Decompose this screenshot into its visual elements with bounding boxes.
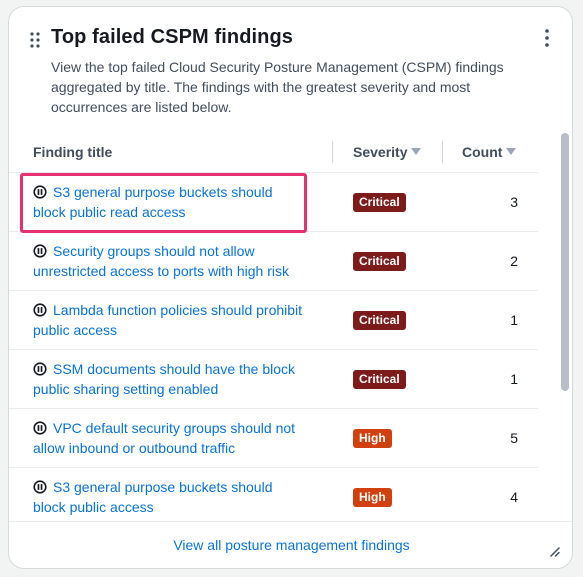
column-header-count[interactable]: Count bbox=[462, 143, 517, 161]
finding-title-cell: Security groups should not allow unrestr… bbox=[33, 241, 303, 281]
count-cell: 3 bbox=[510, 194, 518, 210]
table-row: S3 general purpose buckets should block … bbox=[9, 173, 538, 232]
column-header-severity[interactable]: Severity bbox=[353, 143, 422, 161]
count-header-label: Count bbox=[462, 144, 503, 160]
table-row: S3 general purpose buckets should block … bbox=[9, 468, 538, 521]
severity-badge: Critical bbox=[353, 311, 406, 330]
widget-description: View the top failed Cloud Security Postu… bbox=[51, 59, 504, 115]
sort-caret-icon bbox=[411, 148, 422, 155]
count-cell: 5 bbox=[510, 430, 518, 446]
sort-caret-icon bbox=[506, 148, 517, 155]
table-body: S3 general purpose buckets should block … bbox=[9, 173, 538, 521]
finding-title-cell: SSM documents should have the block publ… bbox=[33, 359, 303, 399]
widget-title: Top failed CSPM findings bbox=[51, 26, 294, 48]
security-control-icon bbox=[33, 420, 47, 435]
security-control-icon bbox=[33, 479, 47, 494]
finding-title-cell: VPC default security groups should not a… bbox=[33, 418, 303, 458]
cspm-findings-widget: Top failed CSPM findings View the top fa… bbox=[8, 6, 573, 569]
finding-link[interactable]: SSM documents should have the block publ… bbox=[33, 361, 295, 397]
security-control-icon bbox=[33, 243, 47, 258]
security-control-icon bbox=[33, 302, 47, 317]
column-separator bbox=[442, 141, 443, 163]
table-row: VPC default security groups should not a… bbox=[9, 409, 538, 468]
finding-link[interactable]: Security groups should not allow unrestr… bbox=[33, 243, 289, 279]
column-separator bbox=[332, 141, 333, 163]
finding-link[interactable]: S3 general purpose buckets should block … bbox=[33, 184, 272, 220]
severity-badge: High bbox=[353, 488, 392, 507]
table-row: Security groups should not allow unrestr… bbox=[9, 232, 538, 291]
finding-link[interactable]: Lambda function policies should prohibit… bbox=[33, 302, 302, 338]
severity-badge: High bbox=[353, 429, 392, 448]
finding-title-text: Lambda function policies should prohibit… bbox=[33, 302, 303, 338]
severity-badge: Critical bbox=[353, 193, 406, 212]
finding-title-cell: S3 general purpose buckets should block … bbox=[33, 477, 303, 517]
finding-title-text: SSM documents should have the block publ… bbox=[33, 361, 296, 397]
findings-table: Finding title Severity Count S3 general … bbox=[9, 133, 559, 521]
finding-title-text: S3 general purpose buckets should block … bbox=[33, 479, 273, 515]
finding-title-text: S3 general purpose buckets should block … bbox=[33, 184, 273, 220]
severity-badge: Critical bbox=[353, 252, 406, 271]
severity-header-label: Severity bbox=[353, 144, 408, 160]
column-header-finding-title: Finding title bbox=[33, 144, 113, 160]
security-control-icon bbox=[33, 184, 47, 199]
finding-link[interactable]: VPC default security groups should not a… bbox=[33, 420, 295, 456]
finding-title-cell: S3 general purpose buckets should block … bbox=[33, 182, 303, 222]
scrollbar-thumb[interactable] bbox=[561, 133, 569, 391]
count-cell: 1 bbox=[510, 371, 518, 387]
finding-link[interactable]: S3 general purpose buckets should block … bbox=[33, 479, 272, 515]
view-all-findings-link[interactable]: View all posture management findings bbox=[9, 537, 572, 553]
finding-title-cell: Lambda function policies should prohibit… bbox=[33, 300, 303, 340]
count-cell: 2 bbox=[510, 253, 518, 269]
finding-title-text: VPC default security groups should not a… bbox=[33, 420, 296, 456]
table-row: SSM documents should have the block publ… bbox=[9, 350, 538, 409]
table-scrollbar[interactable] bbox=[561, 133, 570, 521]
widget-footer: View all posture management findings bbox=[9, 521, 572, 568]
table-header: Finding title Severity Count bbox=[9, 133, 538, 173]
count-cell: 1 bbox=[510, 312, 518, 328]
count-cell: 4 bbox=[510, 489, 518, 505]
more-options-icon[interactable] bbox=[540, 27, 554, 49]
table-row: Lambda function policies should prohibit… bbox=[9, 291, 538, 350]
finding-title-text: Security groups should not allow unrestr… bbox=[33, 243, 289, 279]
severity-badge: Critical bbox=[353, 370, 406, 389]
security-control-icon bbox=[33, 361, 47, 376]
resize-handle-icon[interactable] bbox=[548, 544, 560, 557]
drag-handle-icon[interactable] bbox=[29, 31, 41, 49]
